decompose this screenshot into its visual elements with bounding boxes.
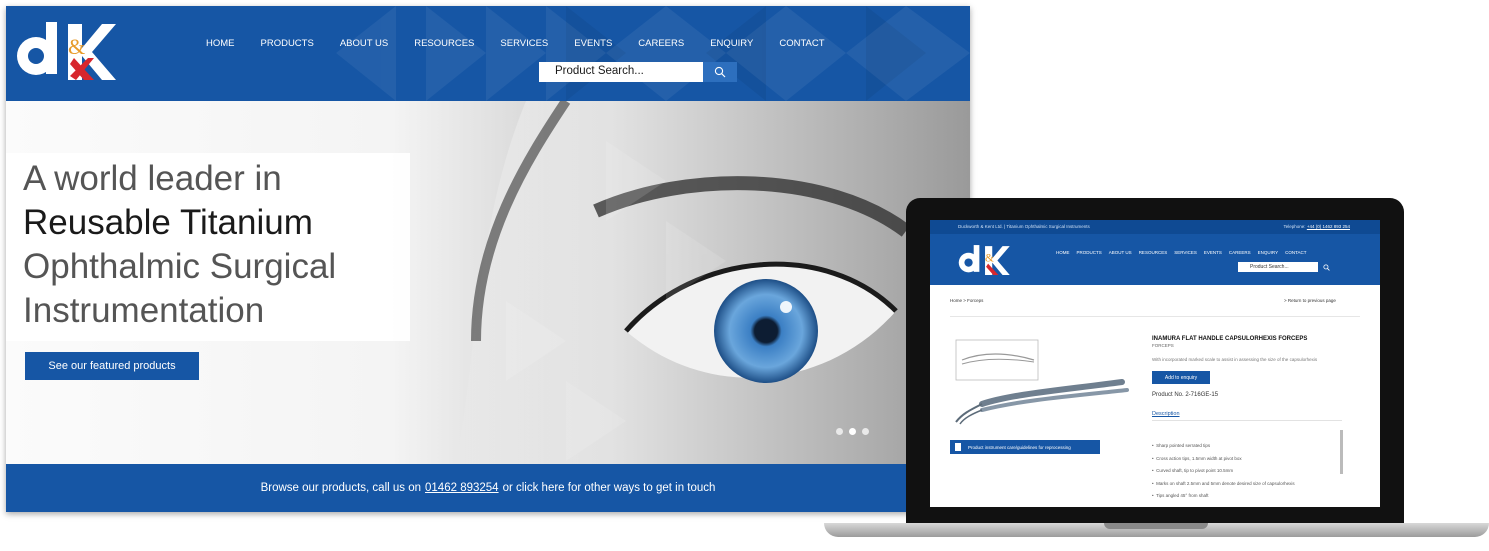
- screen-nav: HOME PRODUCTS ABOUT US RESOURCES SERVICE…: [1056, 250, 1314, 255]
- laptop-mockup: Duckworth & Kent Ltd. | Titanium Ophthal…: [824, 198, 1489, 551]
- product-search: Product Search...: [539, 62, 737, 82]
- svg-text:&: &: [985, 253, 994, 265]
- care-guidelines-label: Product instrument care/guidelines for r…: [968, 444, 1071, 450]
- nav-home[interactable]: HOME: [206, 38, 235, 49]
- telephone: Telephone: +44 (0) 1462 893 254: [1284, 224, 1350, 229]
- dk-logo[interactable]: &: [16, 18, 116, 84]
- s-nav-home[interactable]: HOME: [1056, 250, 1070, 255]
- divider: [950, 316, 1360, 317]
- list-item: • Cross action tips, 1.5mm width at pivo…: [1152, 455, 1242, 461]
- forceps-image: [955, 339, 1129, 425]
- search-icon: [714, 66, 726, 78]
- laptop-notch: [1104, 523, 1208, 529]
- tel-link[interactable]: +44 (0) 1462 893 254: [1307, 224, 1350, 229]
- headline-line-3: Ophthalmic Surgical: [23, 247, 337, 286]
- headline-line-4: Instrumentation: [23, 291, 265, 330]
- search-icon: [1322, 263, 1330, 271]
- nav-resources[interactable]: RESOURCES: [414, 38, 474, 49]
- s-nav-services[interactable]: SERVICES: [1174, 250, 1197, 255]
- list-item: • Tips angled 45° from shaft: [1152, 493, 1209, 498]
- list-item: • Curved shaft, tip to pivot point 10.5m…: [1152, 468, 1234, 473]
- contact-text-before: Browse our products, call us on: [260, 482, 422, 494]
- company-tagline: Duckworth & Kent Ltd. | Titanium Ophthal…: [958, 224, 1090, 229]
- screen-header: & HOME PRODUCTS ABOUT US RESOURCES SERVI…: [930, 234, 1380, 285]
- s-nav-resources[interactable]: RESOURCES: [1139, 250, 1168, 255]
- s-nav-events[interactable]: EVENTS: [1204, 250, 1222, 255]
- nav-contact[interactable]: CONTACT: [779, 38, 824, 49]
- product-title: INAMURA FLAT HANDLE CAPSULORHEXIS FORCEP…: [1152, 336, 1308, 342]
- search-button[interactable]: [703, 62, 737, 82]
- breadcrumb[interactable]: Home > Forceps: [950, 298, 983, 303]
- phone-link[interactable]: 01462 893254: [425, 482, 499, 494]
- product-category: FORCEPS: [1152, 343, 1174, 348]
- s-nav-contact[interactable]: CONTACT: [1285, 250, 1306, 255]
- add-to-enquiry-button[interactable]: Add to enquiry: [1152, 371, 1210, 384]
- headline-line-2: Reusable Titanium: [23, 203, 313, 242]
- triangle-pattern: [336, 6, 970, 101]
- laptop-screen: Duckworth & Kent Ltd. | Titanium Ophthal…: [930, 220, 1380, 507]
- s-nav-enquiry[interactable]: ENQUIRY: [1258, 250, 1278, 255]
- nav-events[interactable]: EVENTS: [574, 38, 612, 49]
- screen-topbar: Duckworth & Kent Ltd. | Titanium Ophthal…: [930, 220, 1380, 234]
- list-item: • Marks on shaft 2.5mm and 5mm denote de…: [1152, 480, 1295, 486]
- s-nav-careers[interactable]: CAREERS: [1229, 250, 1251, 255]
- dk-logo-small[interactable]: &: [958, 243, 1010, 277]
- care-guidelines-link[interactable]: Product instrument care/guidelines for r…: [950, 440, 1100, 454]
- screen-search-input[interactable]: Product Search...: [1238, 262, 1318, 272]
- nav-about-us[interactable]: ABOUT US: [340, 38, 388, 49]
- list-item: • Sharp pointed serrated tips: [1152, 443, 1211, 448]
- search-input[interactable]: Product Search...: [539, 62, 703, 82]
- s-nav-about-us[interactable]: ABOUT US: [1109, 250, 1132, 255]
- nav-careers[interactable]: CAREERS: [638, 38, 684, 49]
- screen-search: Product Search...: [1238, 262, 1334, 272]
- product-description: With incorporated marked scale to assist…: [1152, 357, 1318, 362]
- screen-search-button[interactable]: [1318, 262, 1334, 272]
- contact-text-after[interactable]: or click here for other ways to get in t…: [503, 482, 716, 494]
- featured-products-button[interactable]: See our featured products: [25, 352, 199, 380]
- tab-description[interactable]: Description: [1152, 411, 1180, 417]
- scrollbar[interactable]: [1340, 430, 1343, 474]
- nav-products[interactable]: PRODUCTS: [261, 38, 314, 49]
- svg-text:&: &: [68, 34, 85, 59]
- return-link[interactable]: > Return to previous page: [1284, 298, 1336, 303]
- document-icon: [955, 443, 961, 451]
- tab-underline: [1152, 420, 1342, 421]
- nav-enquiry[interactable]: ENQUIRY: [710, 38, 753, 49]
- product-number: Product No. 2-716GE-15: [1152, 392, 1219, 398]
- site-header: & HOME PRODUCTS ABOUT US RESOURCES SERVI…: [6, 6, 970, 101]
- main-nav: HOME PRODUCTS ABOUT US RESOURCES SERVICE…: [206, 38, 851, 49]
- hero-headline: A world leader in Reusable Titanium Opht…: [6, 153, 410, 341]
- tel-label: Telephone:: [1283, 224, 1306, 229]
- headline-line-1: A world leader in: [23, 159, 282, 198]
- s-nav-products[interactable]: PRODUCTS: [1077, 250, 1102, 255]
- portfolio-stage: & HOME PRODUCTS ABOUT US RESOURCES SERVI…: [0, 0, 1489, 551]
- feature-list: • Sharp pointed serrated tips • Cross ac…: [1152, 440, 1295, 503]
- nav-services[interactable]: SERVICES: [500, 38, 548, 49]
